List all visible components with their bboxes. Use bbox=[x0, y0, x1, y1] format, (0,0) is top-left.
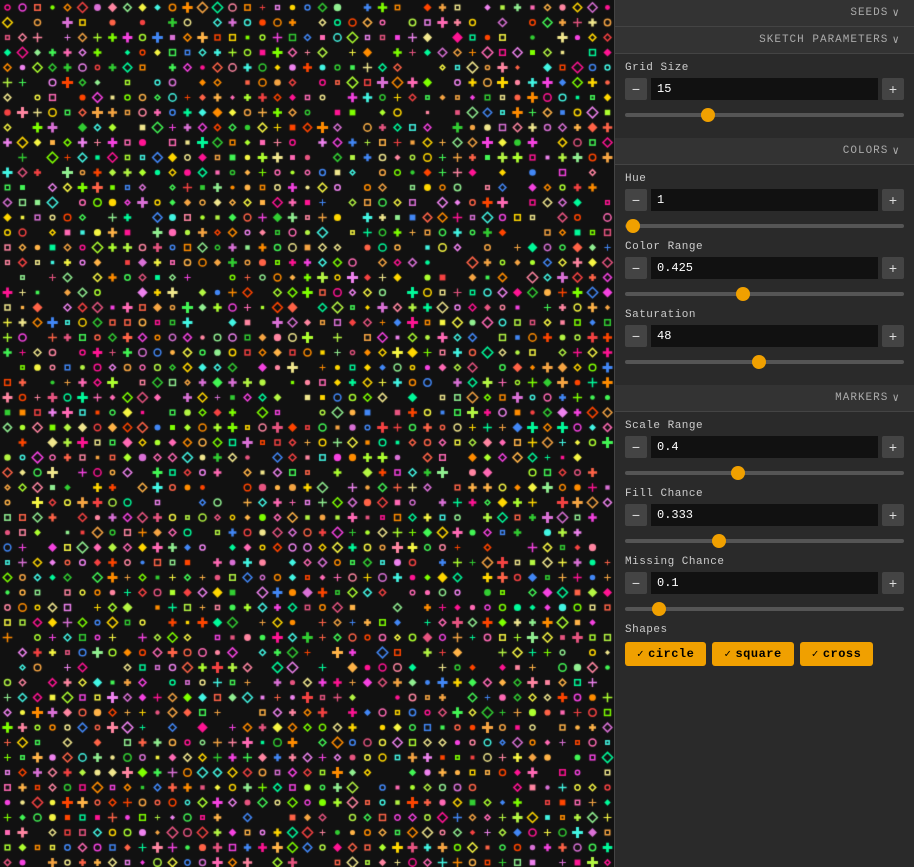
hue-label: Hue bbox=[625, 173, 904, 185]
color-range-label: Color Range bbox=[625, 241, 904, 253]
grid-size-control: Grid Size − + bbox=[625, 62, 904, 118]
scale-range-slider[interactable] bbox=[625, 471, 904, 475]
scale-range-slider-container bbox=[625, 462, 904, 476]
sketch-params-header[interactable]: SKETCH PARAMETERS ∨ bbox=[615, 27, 914, 54]
grid-size-label: Grid Size bbox=[625, 62, 904, 74]
scale-range-control: Scale Range − + bbox=[625, 420, 904, 476]
sketch-params-chevron: ∨ bbox=[892, 33, 900, 47]
circle-label: circle bbox=[648, 647, 694, 661]
circle-shape-button[interactable]: ✓ circle bbox=[625, 642, 706, 666]
shapes-row: ✓ circle ✓ square ✓ cross bbox=[625, 642, 904, 666]
fill-chance-minus-button[interactable]: − bbox=[625, 504, 647, 526]
circle-checkmark: ✓ bbox=[637, 647, 644, 661]
seeds-section-header[interactable]: SEEDS ∨ bbox=[615, 0, 914, 27]
fill-chance-slider-container bbox=[625, 530, 904, 544]
right-panel: SEEDS ∨ SKETCH PARAMETERS ∨ Grid Size − … bbox=[614, 0, 914, 867]
missing-chance-input[interactable] bbox=[651, 572, 878, 594]
hue-plus-button[interactable]: + bbox=[882, 189, 904, 211]
hue-slider[interactable] bbox=[625, 224, 904, 228]
fill-chance-label: Fill Chance bbox=[625, 488, 904, 500]
grid-size-minus-button[interactable]: − bbox=[625, 78, 647, 100]
saturation-minus-button[interactable]: − bbox=[625, 325, 647, 347]
scale-range-input[interactable] bbox=[651, 436, 878, 458]
fill-chance-plus-button[interactable]: + bbox=[882, 504, 904, 526]
grid-size-input[interactable] bbox=[651, 78, 878, 100]
saturation-label: Saturation bbox=[625, 309, 904, 321]
hue-slider-container bbox=[625, 215, 904, 229]
grid-size-slider[interactable] bbox=[625, 113, 904, 117]
square-label: square bbox=[735, 647, 781, 661]
markers-section-header[interactable]: MARKERS ∨ bbox=[615, 385, 914, 412]
missing-chance-control: Missing Chance − + bbox=[625, 556, 904, 612]
saturation-control: Saturation − + bbox=[625, 309, 904, 365]
fill-chance-control: Fill Chance − + bbox=[625, 488, 904, 544]
shapes-control: Shapes ✓ circle ✓ square ✓ cross bbox=[625, 624, 904, 666]
cross-label: cross bbox=[823, 647, 862, 661]
saturation-plus-button[interactable]: + bbox=[882, 325, 904, 347]
markers-label: MARKERS bbox=[835, 392, 888, 404]
colors-chevron: ∨ bbox=[892, 144, 900, 158]
sketch-params-label: SKETCH PARAMETERS bbox=[759, 34, 888, 46]
saturation-slider-container bbox=[625, 351, 904, 365]
cross-checkmark: ✓ bbox=[812, 647, 819, 661]
canvas-area bbox=[0, 0, 614, 867]
missing-chance-minus-button[interactable]: − bbox=[625, 572, 647, 594]
color-range-plus-button[interactable]: + bbox=[882, 257, 904, 279]
colors-label: COLORS bbox=[843, 145, 889, 157]
color-range-control: Color Range − + bbox=[625, 241, 904, 297]
saturation-slider[interactable] bbox=[625, 360, 904, 364]
fill-chance-input[interactable] bbox=[651, 504, 878, 526]
color-range-minus-button[interactable]: − bbox=[625, 257, 647, 279]
seeds-chevron: ∨ bbox=[892, 6, 900, 20]
color-range-input[interactable] bbox=[651, 257, 878, 279]
scale-range-label: Scale Range bbox=[625, 420, 904, 432]
grid-size-plus-button[interactable]: + bbox=[882, 78, 904, 100]
color-range-slider[interactable] bbox=[625, 292, 904, 296]
colors-section-header[interactable]: COLORS ∨ bbox=[615, 138, 914, 165]
color-range-slider-container bbox=[625, 283, 904, 297]
hue-minus-button[interactable]: − bbox=[625, 189, 647, 211]
saturation-input[interactable] bbox=[651, 325, 878, 347]
square-shape-button[interactable]: ✓ square bbox=[712, 642, 793, 666]
markers-chevron: ∨ bbox=[892, 391, 900, 405]
square-checkmark: ✓ bbox=[724, 647, 731, 661]
fill-chance-slider[interactable] bbox=[625, 539, 904, 543]
hue-input[interactable] bbox=[651, 189, 878, 211]
seeds-label: SEEDS bbox=[850, 7, 888, 19]
shapes-label: Shapes bbox=[625, 624, 904, 636]
grid-size-slider-container bbox=[625, 104, 904, 118]
scale-range-minus-button[interactable]: − bbox=[625, 436, 647, 458]
cross-shape-button[interactable]: ✓ cross bbox=[800, 642, 874, 666]
missing-chance-slider-container bbox=[625, 598, 904, 612]
scale-range-plus-button[interactable]: + bbox=[882, 436, 904, 458]
missing-chance-plus-button[interactable]: + bbox=[882, 572, 904, 594]
missing-chance-label: Missing Chance bbox=[625, 556, 904, 568]
hue-control: Hue − + bbox=[625, 173, 904, 229]
missing-chance-slider[interactable] bbox=[625, 607, 904, 611]
